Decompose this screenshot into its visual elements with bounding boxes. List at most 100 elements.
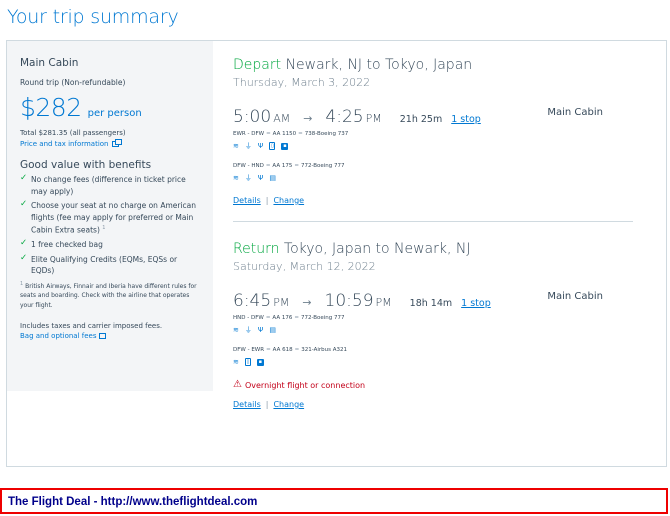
stops-link[interactable]: 1 stop: [461, 298, 491, 309]
power-outlet-icon: ⏚: [244, 326, 252, 334]
check-icon: ✓: [20, 252, 28, 263]
footnote-marker: 1: [20, 280, 24, 287]
bag-fees-link-label: Bag and optional fees: [20, 332, 97, 340]
warning-text: Overnight flight or connection: [244, 380, 366, 390]
amenities: ≋ ⏚ Ψ ▯ ▪: [233, 142, 633, 150]
leg-aircraft: 321-Airbus A321: [301, 347, 347, 353]
duration: 21h 25m: [399, 114, 443, 125]
seatback-entertainment-icon: ▪: [281, 142, 289, 150]
flight-leg: EWR - DFW = AA 1150 = 738-Boeing 737: [233, 131, 349, 137]
leg-flight: AA 1150: [272, 131, 297, 137]
arrow-right-icon: →: [302, 296, 312, 309]
arr-time: 10:59: [324, 291, 374, 311]
wifi-icon: ≋: [233, 358, 239, 366]
trip-type: Round trip (Non-refundable): [20, 78, 126, 87]
price-unit: per person: [87, 108, 142, 119]
taxes-note: Includes taxes and carrier imposed fees.: [20, 322, 163, 330]
wifi-icon: ≋: [233, 142, 239, 150]
leg-route: DFW - HND: [233, 163, 264, 169]
details-link[interactable]: Details: [233, 196, 261, 205]
dep-time: 6:45: [233, 291, 272, 311]
benefit-text: Elite Qualifying Credits (EQMs, EQSs or …: [31, 254, 178, 276]
power-outlet-icon: ⏚: [244, 142, 252, 150]
leg-flight: AA 175: [272, 163, 293, 169]
benefit-item: ✓ Elite Qualifying Credits (EQMs, EQSs or…: [20, 252, 202, 277]
change-link[interactable]: Change: [273, 196, 304, 205]
benefits-list: ✓ No change fees (difference in ticket pr…: [20, 173, 213, 277]
cabin-label: Main Cabin: [20, 57, 79, 69]
benefit-text: 1 free checked bag: [31, 240, 103, 249]
details-link[interactable]: Details: [233, 400, 261, 409]
page-title: Your trip summary: [7, 6, 179, 28]
wifi-icon: ≋: [233, 174, 239, 182]
return-title: Return Tokyo, Japan to Newark, NJ: [233, 241, 633, 257]
depart-route: Newark, NJ to Tokyo, Japan: [285, 57, 473, 73]
check-icon: ✓: [20, 238, 28, 248]
check-icon: ✓: [20, 173, 28, 183]
power-outlet-icon: ⏚: [244, 174, 252, 182]
benefits-heading: Good value with benefits: [20, 159, 152, 171]
bag-fees-link[interactable]: Bag and optional fees: [20, 332, 213, 340]
usb-icon: Ψ: [257, 326, 264, 334]
usb-icon: Ψ: [257, 142, 264, 150]
price-amount: $282: [20, 93, 82, 122]
seatback-entertainment-icon: ▤: [269, 326, 277, 334]
leg-route: EWR - DFW: [233, 131, 265, 137]
device-entertainment-icon: ▯: [269, 142, 276, 150]
seatback-entertainment-icon: ▪: [256, 358, 264, 366]
depart-title: Depart Newark, NJ to Tokyo, Japan: [233, 57, 633, 73]
depart-date: Thursday, March 3, 2022: [233, 76, 371, 89]
flight-leg: DFW - EWR = AA 618 = 321-Airbus A321: [233, 347, 347, 353]
duration: 18h 14m: [409, 298, 453, 309]
depart-direction: Depart: [233, 57, 282, 73]
wifi-icon: ≋: [233, 326, 239, 334]
amenities: ≋ ⏚ Ψ ▤: [233, 174, 633, 182]
price-row: $282 per person: [20, 93, 213, 122]
flight-leg: DFW - HND = AA 175 = 772-Boeing 777: [233, 163, 345, 169]
footnote: 1 British Airways, Finnair and Iberia ha…: [20, 280, 200, 311]
arr-time: 4:25: [325, 107, 364, 127]
leg-aircraft: 772-Boeing 777: [300, 163, 345, 169]
arrow-right-icon: →: [303, 112, 313, 125]
price-tax-link[interactable]: Price and tax information: [20, 139, 213, 148]
trip-summary-card: Main Cabin Round trip (Non-refundable) $…: [6, 40, 667, 467]
depart-segment: Depart Newark, NJ to Tokyo, Japan Thursd…: [233, 57, 633, 205]
device-entertainment-icon: ▯: [244, 358, 251, 366]
return-times: 6:45 PM → 10:59 PM 18h 14m 1 stop Main Cab…: [233, 291, 633, 311]
overnight-warning: ⚠ Overnight flight or connection: [233, 380, 633, 390]
benefit-item: ✓ Choose your seat at no charge on Americ…: [20, 199, 202, 236]
arr-ampm: PM: [375, 296, 392, 309]
external-link-icon: [99, 333, 107, 339]
depart-times: 5:00 AM → 4:25 PM 21h 25m 1 stop Main Cabi…: [233, 107, 633, 127]
leg-route: DFW - EWR: [233, 347, 265, 353]
depart-links: Details | Change: [233, 196, 305, 205]
leg-flight: AA 176: [272, 315, 293, 321]
stops-link[interactable]: 1 stop: [451, 114, 481, 125]
flight-leg: HND - DFW = AA 176 = 772-Boeing 777: [233, 315, 345, 321]
change-link[interactable]: Change: [273, 400, 304, 409]
leg-aircraft: 772-Boeing 777: [300, 315, 345, 321]
cabin: Main Cabin: [547, 291, 603, 302]
itinerary: Depart Newark, NJ to Tokyo, Japan Thursd…: [233, 57, 633, 409]
dep-ampm: PM: [273, 296, 290, 309]
seatback-entertainment-icon: ▤: [269, 174, 277, 182]
leg-flight: AA 618: [272, 347, 293, 353]
dep-time: 5:00: [233, 107, 272, 127]
benefit-text: Choose your seat at no charge on America…: [31, 201, 197, 235]
return-route: Tokyo, Japan to Newark, NJ: [283, 241, 471, 257]
return-segment: Return Tokyo, Japan to Newark, NJ Saturd…: [233, 241, 633, 409]
leg-aircraft: 738-Boeing 737: [304, 131, 349, 137]
price-sidebar: Main Cabin Round trip (Non-refundable) $…: [7, 41, 213, 391]
benefit-text: No change fees (difference in ticket pri…: [31, 175, 186, 196]
footnote-text: British Airways, Finnair and Iberia have…: [20, 282, 197, 309]
benefit-item: ✓ No change fees (difference in ticket pr…: [20, 173, 202, 197]
price-tax-link-label: Price and tax information: [20, 140, 109, 148]
return-links: Details | Change: [233, 400, 305, 409]
warning-triangle-icon: ⚠: [233, 379, 242, 390]
check-icon: ✓: [20, 199, 28, 209]
cabin: Main Cabin: [547, 107, 603, 118]
total-price: Total $281.35 (all passengers): [20, 129, 126, 137]
usb-icon: Ψ: [257, 174, 264, 182]
benefit-item: ✓ 1 free checked bag: [20, 238, 202, 251]
return-date: Saturday, March 12, 2022: [233, 260, 376, 273]
